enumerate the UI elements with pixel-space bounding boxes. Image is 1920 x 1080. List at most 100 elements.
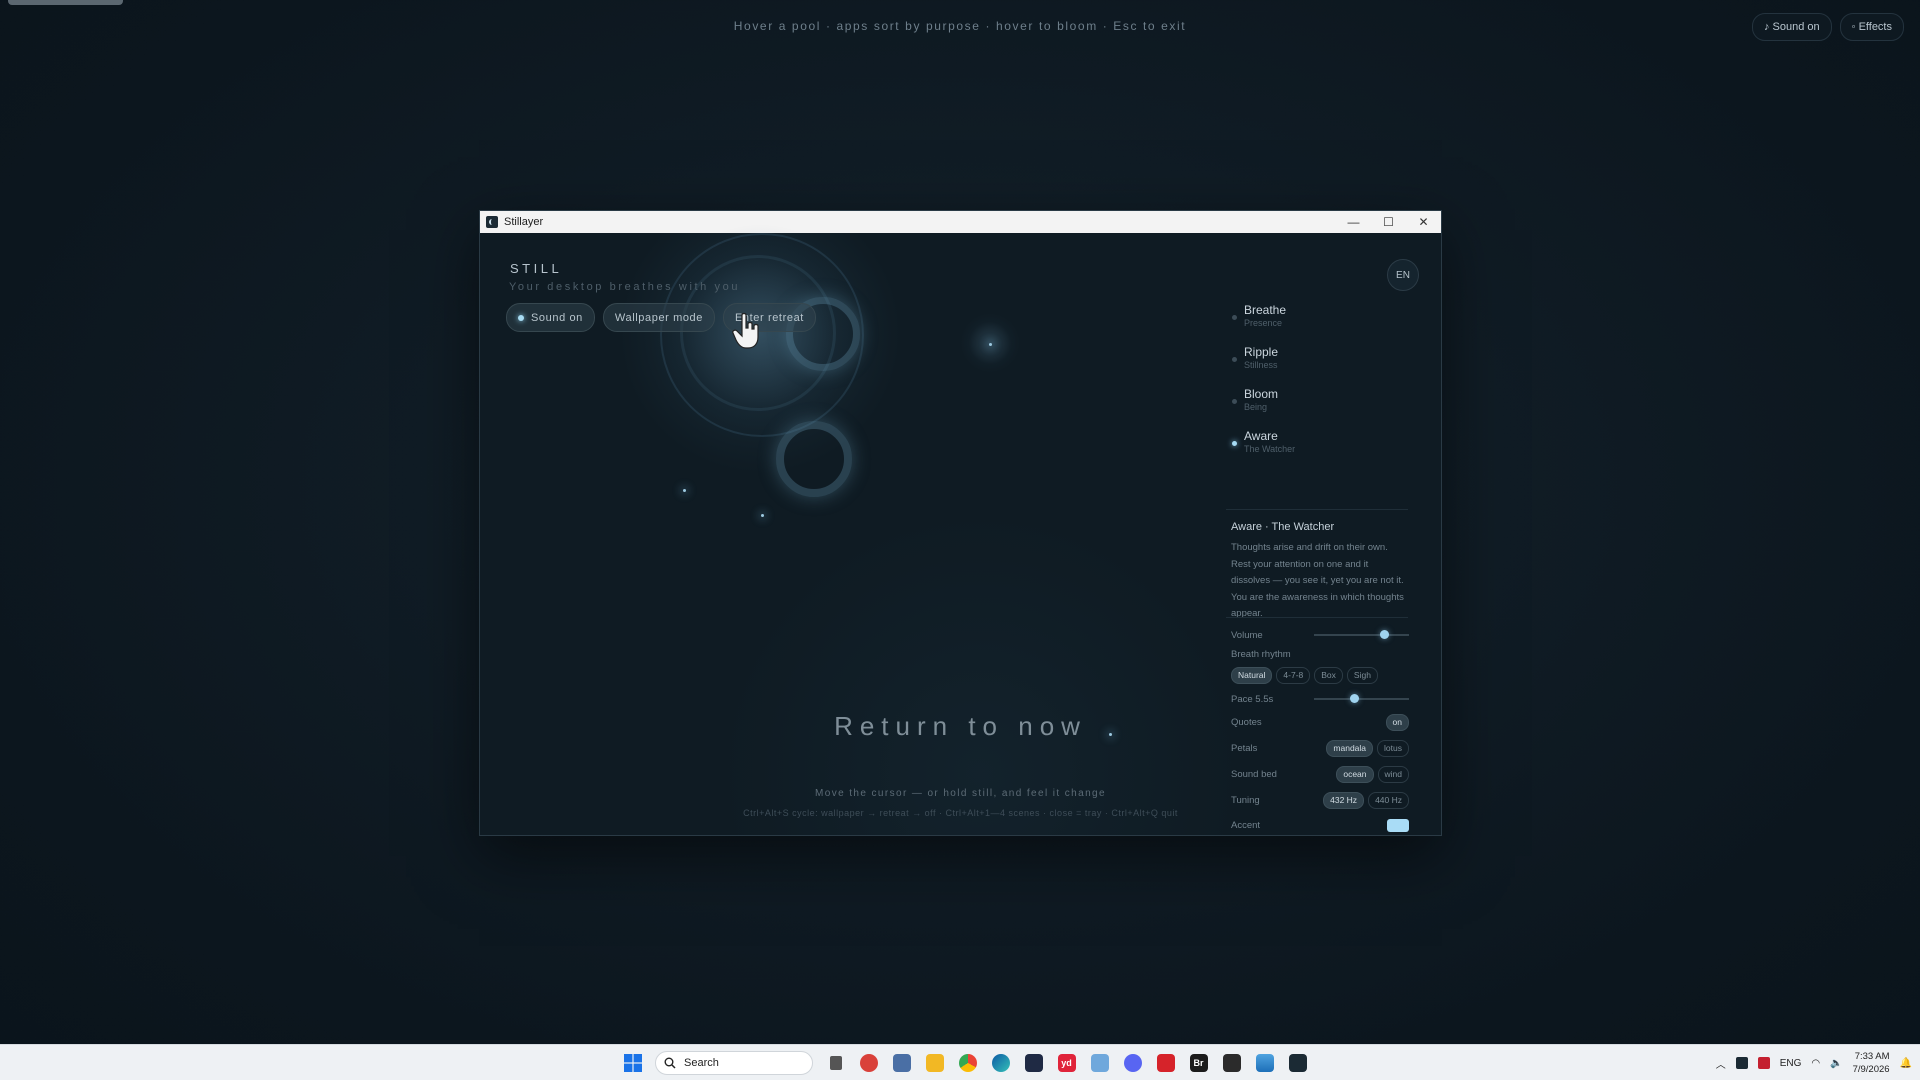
sound-bed-row: Sound bed ocean wind [1231,764,1409,784]
volume-slider-knob[interactable] [1380,630,1390,639]
scene-subtitle: Presence [1244,318,1283,328]
calculator-icon[interactable] [885,1047,918,1080]
pace-slider-knob[interactable] [1349,694,1359,703]
start-button[interactable] [616,1047,649,1080]
scene-item-ripple[interactable]: Ripple Stillness [1230,345,1410,387]
edge-icon[interactable] [984,1047,1017,1080]
tray-security-icon[interactable] [1757,1057,1770,1069]
scene-item-bloom[interactable]: Bloom Being [1230,387,1410,429]
window-drag-handle[interactable] [8,0,123,5]
thought-mote-1 [989,343,992,346]
discord-icon[interactable] [1116,1047,1149,1080]
volume-row: Volume [1231,625,1409,645]
scene-name: Bloom [1244,387,1279,401]
scene-indicator-icon [1232,357,1237,362]
taskbar: Search yd Br ︿ ENG ◠ 🔈 7:33 AM 7/9/2026 … [0,1044,1920,1080]
scene-subtitle: The Watcher [1244,444,1296,454]
dev-tool-icon[interactable] [1017,1047,1050,1080]
scene-description-body: Thoughts arise and drift on their own. R… [1231,542,1404,619]
scene-item-aware[interactable]: Aware The Watcher [1230,429,1410,471]
breath-option-sigh[interactable]: Sigh [1346,666,1378,684]
brand-title: STILL [510,261,563,276]
magnifier-app-icon[interactable] [852,1047,885,1080]
chrome-icon[interactable] [951,1047,984,1080]
breath-rhythm-row: Breath rhythm [1231,644,1409,664]
app-canvas[interactable]: STILL Your desktop breathes with you Sou… [480,223,1441,835]
breath-rhythm-label: Breath rhythm [1231,648,1291,660]
sound-on-label: Sound on [531,311,583,324]
overlay-controls: ♪ Sound on ◦ Effects [1751,13,1904,41]
stillayer-taskbar-icon[interactable] [1281,1047,1314,1080]
app-window: Stillayer — ☐ ✕ STILL Your desktop breat… [479,210,1442,836]
return-to-now-text: Return to now [834,711,1087,741]
accent-label: Accent [1231,819,1261,831]
scene-name: Aware [1244,429,1278,443]
sound-bed-option-ocean[interactable]: ocean [1336,765,1374,783]
scene-indicator-icon [1232,399,1237,404]
task-view-icon[interactable] [819,1047,852,1080]
minimize-button[interactable]: — [1336,211,1371,233]
app-icon [486,216,498,228]
scene-subtitle: Stillness [1244,360,1278,370]
search-placeholder: Search [684,1057,719,1069]
clock-date: 7/9/2026 [1852,1064,1890,1075]
accent-color-swatch[interactable] [1387,818,1409,832]
petals-option-lotus[interactable]: lotus [1377,739,1409,757]
photos-icon[interactable] [1248,1047,1281,1080]
scene-name: Ripple [1244,345,1279,359]
breath-option-box[interactable]: Box [1314,666,1343,684]
file-explorer-icon[interactable] [918,1047,951,1080]
pace-slider[interactable] [1314,694,1409,703]
input-language[interactable]: ENG [1780,1058,1802,1069]
title-bar[interactable]: Stillayer — ☐ ✕ [480,211,1441,233]
scene-item-breathe[interactable]: Breathe Presence [1230,303,1410,345]
petals-option-mandala[interactable]: mandala [1326,739,1374,757]
breath-option-478[interactable]: 4-7-8 [1276,666,1311,684]
scene-indicator-icon [1232,315,1237,320]
panel-divider [1226,509,1408,510]
volume-icon[interactable]: 🔈 [1830,1058,1842,1069]
breath-option-natural[interactable]: Natural [1231,666,1273,684]
petals-label: Petals [1231,742,1258,754]
shortcut-hint: Ctrl+Alt+S cycle: wallpaper → retreat → … [743,808,1178,818]
scene-indicator-icon [1232,441,1237,446]
scene-list: Breathe Presence Ripple Stillness Bloom … [1230,303,1410,471]
close-button[interactable]: ✕ [1406,211,1441,233]
hand-pointer-cursor-icon [732,312,759,349]
overlay-hint: Hover a pool · apps sort by purpose · ho… [733,19,1187,33]
taskbar-apps: Search yd Br [616,1045,1314,1080]
breath-rhythm-options: Natural 4-7-8 Box Sigh [1231,665,1409,685]
security-app-icon[interactable] [1149,1047,1182,1080]
pace-label: Pace 5.5s [1231,693,1274,705]
language-button[interactable]: EN [1387,259,1419,291]
window-controls: — ☐ ✕ [1336,211,1441,233]
overlay-sound-button[interactable]: ♪ Sound on [1751,13,1832,41]
thought-mote-3 [761,514,764,517]
maximize-button[interactable]: ☐ [1371,211,1406,233]
clock[interactable]: 7:33 AM 7/9/2026 [1853,1050,1890,1076]
cube-app-icon[interactable] [1083,1047,1116,1080]
terminal-app-icon[interactable] [1215,1047,1248,1080]
scene-description-title: Aware · The Watcher [1231,521,1335,533]
tray-overflow-icon[interactable]: ︿ [1716,1056,1726,1071]
overlay-effects-button[interactable]: ◦ Effects [1839,13,1904,41]
volume-label: Volume [1231,629,1263,641]
sound-bed-label: Sound bed [1231,768,1277,780]
thought-mote-2 [683,489,686,492]
search-icon [664,1057,676,1069]
mode-buttons: Sound on Wallpaper mode Enter retreat [506,303,816,332]
panel-divider [1226,617,1408,618]
wallpaper-mode-button[interactable]: Wallpaper mode [602,303,715,332]
windows-logo-icon [623,1054,642,1072]
wifi-icon[interactable]: ◠ [1811,1058,1820,1069]
taskbar-search[interactable]: Search [655,1051,813,1075]
sound-bed-option-wind[interactable]: wind [1377,765,1409,783]
youdao-icon[interactable]: yd [1050,1047,1083,1080]
notification-icon[interactable]: 🔔 [1900,1058,1912,1069]
volume-slider[interactable] [1314,630,1409,639]
scene-subtitle: Being [1244,402,1268,412]
bridge-icon[interactable]: Br [1182,1047,1215,1080]
tray-app-icon[interactable] [1735,1057,1748,1069]
sound-on-button[interactable]: Sound on [506,303,595,332]
scene-name: Breathe [1244,303,1287,317]
